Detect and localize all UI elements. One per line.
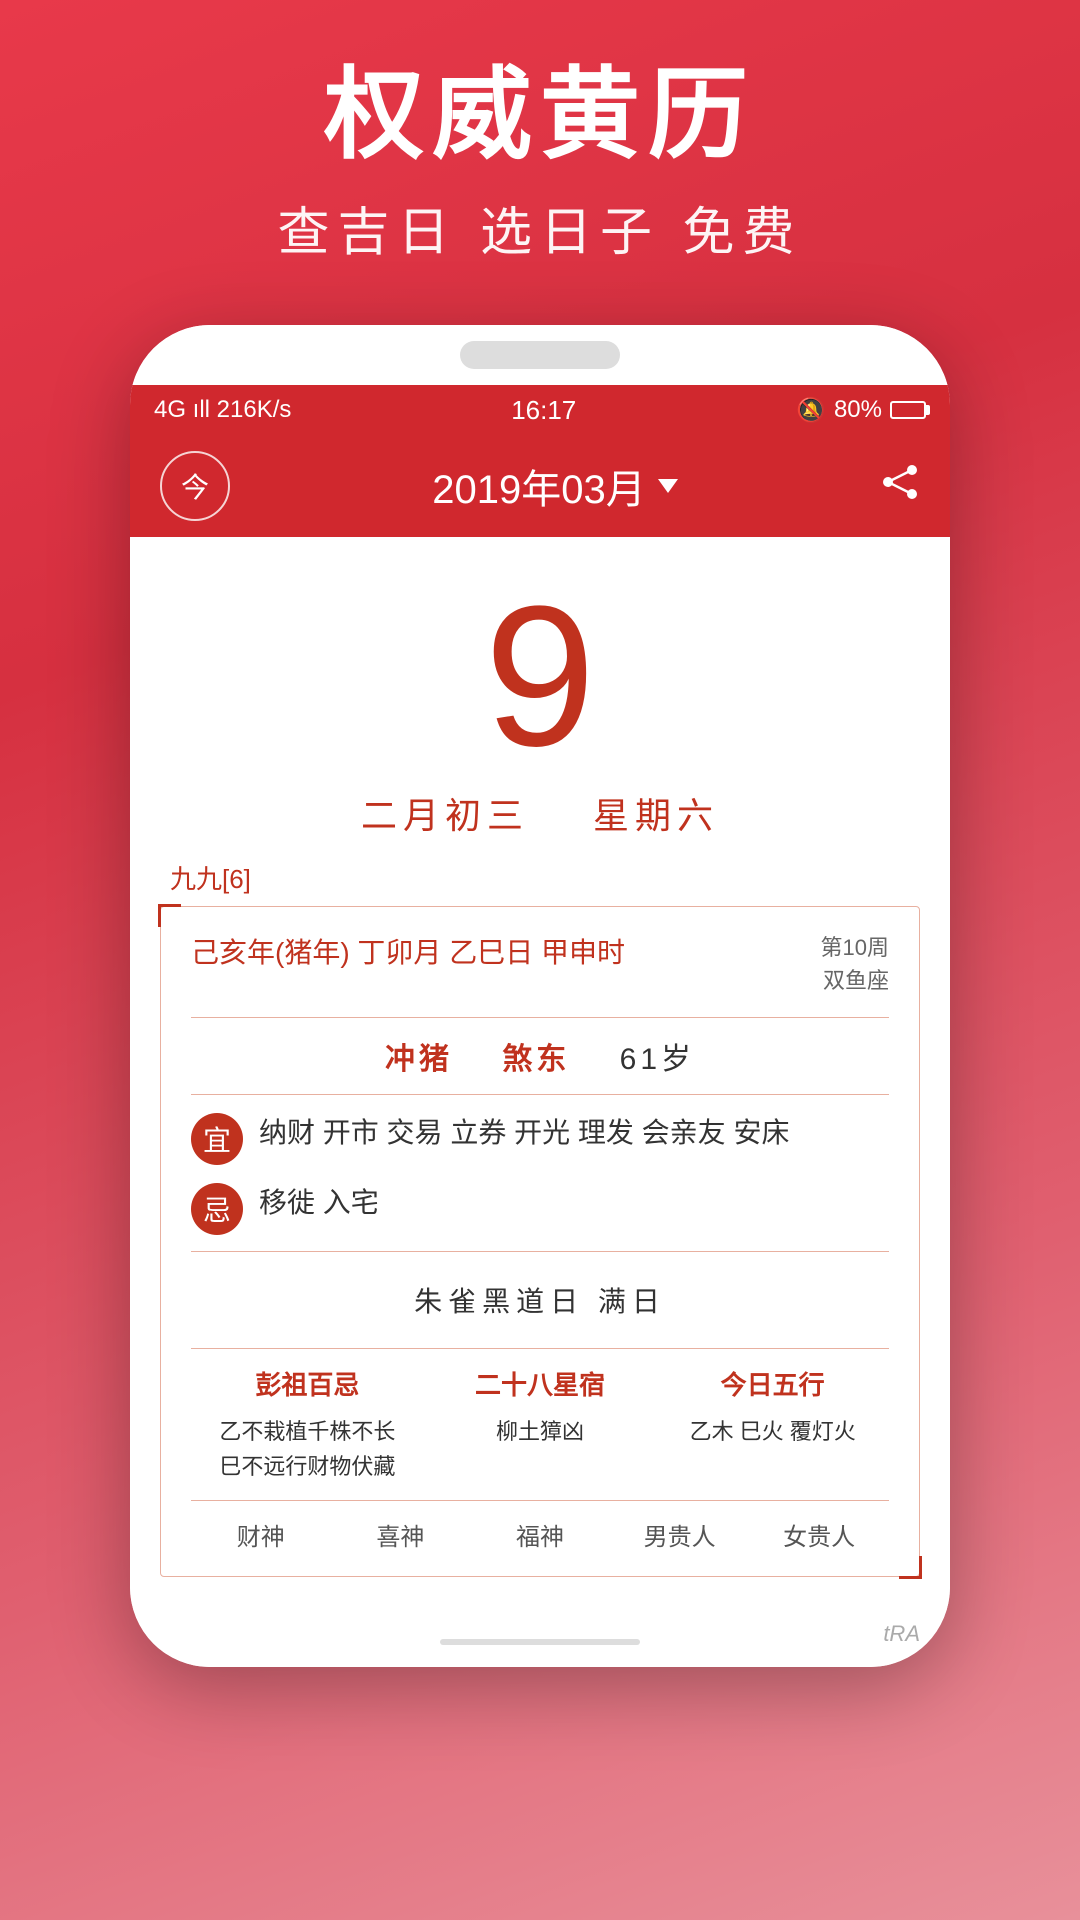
app-header: 今 2019年03月 xyxy=(130,435,950,537)
sha-text: 煞东 xyxy=(502,1043,570,1076)
watermark: tRA xyxy=(883,1621,920,1647)
week-number: 第10周 xyxy=(821,931,889,964)
zodiac: 双鱼座 xyxy=(821,964,889,997)
five-gods-row: 财神 喜神 福神 男贵人 女贵人 xyxy=(191,1500,889,1552)
divider-1 xyxy=(191,1017,889,1018)
wuxing-title: 今日五行 xyxy=(656,1365,889,1402)
status-bar: 4G ıll 216K/s 16:17 🔕 80% xyxy=(130,385,950,435)
lunar-day: 二月初三 xyxy=(361,795,529,836)
divider-2 xyxy=(191,1094,889,1095)
three-cols: 彭祖百忌 乙不栽植千株不长 巳不远行财物伏藏 二十八星宿 柳土獐凶 今日五行 乙… xyxy=(191,1365,889,1484)
god-5: 女贵人 xyxy=(749,1517,889,1552)
status-right: 🔕 80% xyxy=(796,396,926,425)
banner-title: 权威黄历 xyxy=(0,60,1080,170)
alarm-icon: 🔕 xyxy=(796,396,826,425)
wuxing-col: 今日五行 乙木 巳火 覆灯火 xyxy=(656,1365,889,1484)
heidao-row: 朱雀黑道日 满日 xyxy=(191,1268,889,1332)
god-4: 男贵人 xyxy=(610,1517,750,1552)
dropdown-arrow-icon xyxy=(658,479,678,493)
pengzu-col: 彭祖百忌 乙不栽植千株不长 巳不远行财物伏藏 xyxy=(191,1365,424,1484)
today-label: 今 xyxy=(181,466,209,506)
divider-4 xyxy=(191,1348,889,1349)
god-1: 财神 xyxy=(191,1517,331,1552)
phone-bottom xyxy=(130,1617,950,1667)
yi-badge: 宜 xyxy=(191,1113,243,1165)
status-time: 16:17 xyxy=(511,395,576,426)
battery-percent: 80% xyxy=(834,396,882,424)
share-button[interactable] xyxy=(880,462,920,511)
ji-text: 移徙 入宅 xyxy=(259,1181,889,1226)
pengzu-content: 乙不栽植千株不长 巳不远行财物伏藏 xyxy=(191,1414,424,1484)
week-day: 星期六 xyxy=(593,795,719,836)
wuxing-content: 乙木 巳火 覆灯火 xyxy=(656,1414,889,1449)
ganzhi-row: 己亥年(猪年) 丁卯月 乙巳日 甲申时 第10周 双鱼座 xyxy=(191,931,889,997)
home-indicator xyxy=(440,1639,640,1645)
month-text: 2019年03月 xyxy=(432,457,645,515)
god-3: 福神 xyxy=(470,1517,610,1552)
phone-speaker xyxy=(460,341,620,369)
period-label: 九九[6] xyxy=(160,859,920,896)
month-title[interactable]: 2019年03月 xyxy=(432,457,677,515)
chong-text: 冲猪 xyxy=(385,1043,453,1076)
phone-top xyxy=(130,325,950,385)
ganzhi-main: 己亥年(猪年) 丁卯月 乙巳日 甲申时 xyxy=(191,931,821,971)
god-2: 喜神 xyxy=(331,1517,471,1552)
today-button[interactable]: 今 xyxy=(160,451,230,521)
signal-icon: 4G ıll 216K/s xyxy=(154,396,291,424)
status-left: 4G ıll 216K/s xyxy=(154,396,291,424)
ganzhi-side: 第10周 双鱼座 xyxy=(821,931,889,997)
date-display: 9 二月初三 星期六 xyxy=(130,537,950,859)
divider-3 xyxy=(191,1251,889,1252)
banner-subtitle: 查吉日 选日子 免费 xyxy=(0,190,1080,265)
yi-text: 纳财 开市 交易 立券 开光 理发 会亲友 安床 xyxy=(259,1111,889,1156)
ji-row: 忌 移徙 入宅 xyxy=(191,1181,889,1235)
watermark-text: tRA xyxy=(883,1621,920,1646)
xiu-title: 二十八星宿 xyxy=(424,1365,657,1402)
pengzu-line1: 乙不栽植千株不长 xyxy=(191,1414,424,1449)
chong-age: 61岁 xyxy=(620,1043,695,1076)
yi-row: 宜 纳财 开市 交易 立券 开光 理发 会亲友 安床 xyxy=(191,1111,889,1165)
phone-mockup: 4G ıll 216K/s 16:17 🔕 80% 今 2019年03月 xyxy=(130,325,950,1667)
xiu-content: 柳土獐凶 xyxy=(424,1414,657,1449)
lunar-info: 二月初三 星期六 xyxy=(160,787,920,839)
battery-icon xyxy=(890,401,926,419)
big-day-number: 9 xyxy=(160,577,920,777)
phone-body: 9 二月初三 星期六 九九[6] 己亥年(猪年) 丁卯月 乙巳日 甲申时 第10… xyxy=(130,537,950,1617)
xiu-col: 二十八星宿 柳土獐凶 xyxy=(424,1365,657,1484)
top-banner: 权威黄历 查吉日 选日子 免费 xyxy=(0,0,1080,305)
info-card: 己亥年(猪年) 丁卯月 乙巳日 甲申时 第10周 双鱼座 冲猪 煞东 61岁 xyxy=(160,906,920,1577)
pengzu-title: 彭祖百忌 xyxy=(191,1365,424,1402)
chong-row: 冲猪 煞东 61岁 xyxy=(191,1034,889,1078)
calendar-section: 九九[6] 己亥年(猪年) 丁卯月 乙巳日 甲申时 第10周 双鱼座 冲猪 煞东 xyxy=(130,859,950,1577)
pengzu-line2: 巳不远行财物伏藏 xyxy=(191,1449,424,1484)
ji-badge: 忌 xyxy=(191,1183,243,1235)
